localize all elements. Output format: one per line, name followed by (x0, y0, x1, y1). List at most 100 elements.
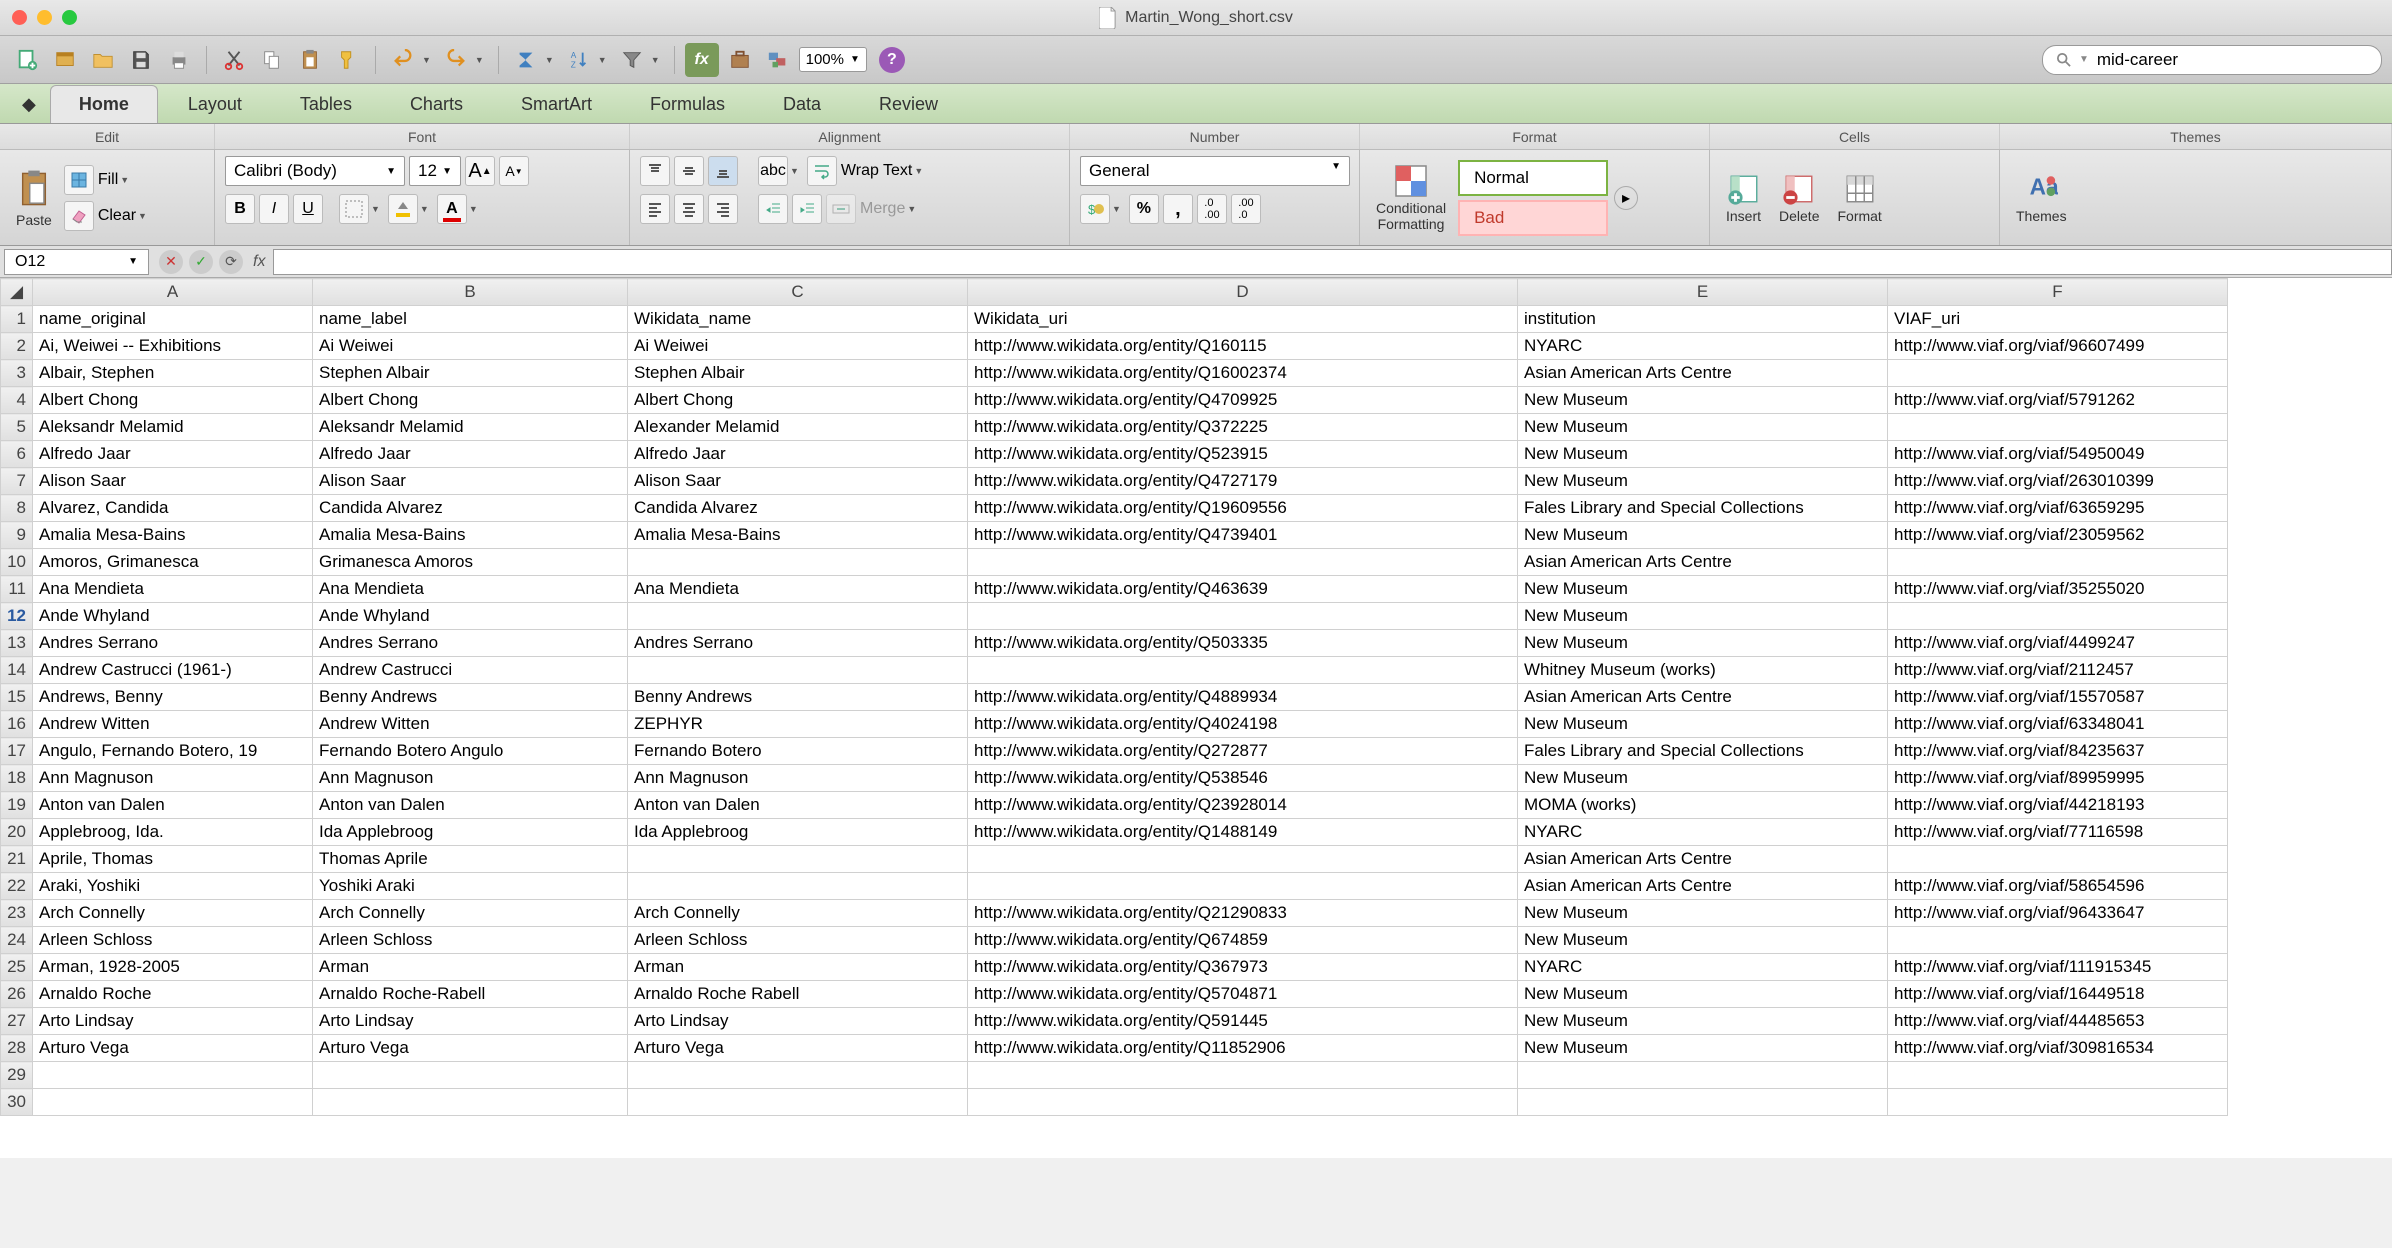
media-button[interactable] (761, 43, 795, 77)
cell[interactable]: MOMA (works) (1518, 792, 1888, 819)
cell[interactable]: http://www.wikidata.org/entity/Q11852906 (968, 1035, 1518, 1062)
cell[interactable]: http://www.viaf.org/viaf/63659295 (1888, 495, 2228, 522)
cell[interactable]: Alfredo Jaar (313, 441, 628, 468)
cell[interactable]: Arturo Vega (33, 1035, 313, 1062)
cell[interactable]: http://www.viaf.org/viaf/63348041 (1888, 711, 2228, 738)
cell[interactable] (968, 1089, 1518, 1116)
cell[interactable]: Applebroog, Ida. (33, 819, 313, 846)
cell[interactable]: Benny Andrews (628, 684, 968, 711)
cell[interactable]: New Museum (1518, 630, 1888, 657)
sort-dropdown[interactable]: ▼ (598, 55, 607, 65)
cell[interactable]: New Museum (1518, 981, 1888, 1008)
fill-color-dropdown[interactable]: ▼ (420, 204, 429, 214)
cell[interactable] (968, 549, 1518, 576)
tab-charts[interactable]: Charts (382, 86, 491, 123)
cell[interactable] (968, 603, 1518, 630)
column-header-D[interactable]: D (968, 279, 1518, 306)
cell[interactable]: New Museum (1518, 927, 1888, 954)
cell[interactable]: NYARC (1518, 819, 1888, 846)
cell[interactable]: Ai, Weiwei -- Exhibitions (33, 333, 313, 360)
close-window-button[interactable] (12, 10, 27, 25)
cut-button[interactable] (217, 43, 251, 77)
cell[interactable] (1888, 360, 2228, 387)
cell[interactable]: Benny Andrews (313, 684, 628, 711)
cell[interactable]: New Museum (1518, 603, 1888, 630)
search-input[interactable] (2097, 50, 2367, 70)
tab-data[interactable]: Data (755, 86, 849, 123)
cell[interactable]: http://www.wikidata.org/entity/Q523915 (968, 441, 1518, 468)
tab-tables[interactable]: Tables (272, 86, 380, 123)
cell[interactable]: Ann Magnuson (628, 765, 968, 792)
fullscreen-window-button[interactable] (62, 10, 77, 25)
cell[interactable] (968, 873, 1518, 900)
orientation-dropdown[interactable]: ▼ (790, 166, 799, 176)
cell[interactable]: http://www.wikidata.org/entity/Q4739401 (968, 522, 1518, 549)
cell[interactable]: http://www.wikidata.org/entity/Q23928014 (968, 792, 1518, 819)
align-center-button[interactable] (674, 194, 704, 224)
cell[interactable]: Arnaldo Roche (33, 981, 313, 1008)
row-header[interactable]: 25 (1, 954, 33, 981)
cell[interactable]: Ana Mendieta (33, 576, 313, 603)
row-header[interactable]: 11 (1, 576, 33, 603)
print-button[interactable] (162, 43, 196, 77)
row-header[interactable]: 18 (1, 765, 33, 792)
cell[interactable]: New Museum (1518, 576, 1888, 603)
currency-button[interactable]: $ (1080, 194, 1110, 224)
cell[interactable]: Araki, Yoshiki (33, 873, 313, 900)
cell[interactable] (313, 1062, 628, 1089)
cell[interactable]: NYARC (1518, 954, 1888, 981)
paste-big-button[interactable]: Paste (10, 168, 58, 228)
cell[interactable]: http://www.viaf.org/viaf/84235637 (1888, 738, 2228, 765)
paste-button[interactable] (293, 43, 327, 77)
row-header[interactable]: 5 (1, 414, 33, 441)
row-header[interactable]: 2 (1, 333, 33, 360)
cell[interactable]: Andrews, Benny (33, 684, 313, 711)
cell[interactable]: Arch Connelly (628, 900, 968, 927)
cell[interactable]: Anton van Dalen (313, 792, 628, 819)
row-header[interactable]: 29 (1, 1062, 33, 1089)
cell[interactable]: http://www.viaf.org/viaf/54950049 (1888, 441, 2228, 468)
cell[interactable]: New Museum (1518, 765, 1888, 792)
cell[interactable]: http://www.wikidata.org/entity/Q4709925 (968, 387, 1518, 414)
cell[interactable]: http://www.viaf.org/viaf/58654596 (1888, 873, 2228, 900)
cell[interactable]: Asian American Arts Centre (1518, 684, 1888, 711)
grow-font-button[interactable]: A▲ (465, 156, 495, 186)
tab-home[interactable]: Home (50, 85, 158, 123)
cell[interactable]: Alfredo Jaar (628, 441, 968, 468)
cell[interactable]: Albert Chong (33, 387, 313, 414)
cell[interactable]: Asian American Arts Centre (1518, 360, 1888, 387)
cell[interactable] (1518, 1062, 1888, 1089)
row-header[interactable]: 24 (1, 927, 33, 954)
cell[interactable]: Ana Mendieta (628, 576, 968, 603)
cell[interactable] (1518, 1089, 1888, 1116)
open-button[interactable] (86, 43, 120, 77)
cell[interactable]: Anton van Dalen (33, 792, 313, 819)
cell[interactable]: http://www.wikidata.org/entity/Q21290833 (968, 900, 1518, 927)
cell[interactable]: http://www.viaf.org/viaf/23059562 (1888, 522, 2228, 549)
cancel-formula-button[interactable]: ✕ (159, 250, 183, 274)
bold-button[interactable]: B (225, 194, 255, 224)
currency-dropdown[interactable]: ▼ (1112, 204, 1121, 214)
cell[interactable]: http://www.wikidata.org/entity/Q272877 (968, 738, 1518, 765)
cell[interactable]: Wikidata_uri (968, 306, 1518, 333)
cell[interactable]: http://www.wikidata.org/entity/Q5704871 (968, 981, 1518, 1008)
row-header[interactable]: 15 (1, 684, 33, 711)
cell[interactable]: Arleen Schloss (33, 927, 313, 954)
cell[interactable]: Andrew Castrucci (1961-) (33, 657, 313, 684)
wrap-dropdown[interactable]: ▼ (914, 166, 923, 176)
increase-indent-button[interactable] (792, 194, 822, 224)
cell[interactable]: Fernando Botero (628, 738, 968, 765)
italic-button[interactable]: I (259, 194, 289, 224)
cell[interactable]: New Museum (1518, 387, 1888, 414)
spreadsheet-grid[interactable]: ◢ABCDEF 1name_originalname_labelWikidata… (0, 278, 2392, 1158)
themes-button[interactable]: AaThemes (2010, 172, 2073, 224)
cell[interactable]: Andrew Castrucci (313, 657, 628, 684)
cell[interactable]: institution (1518, 306, 1888, 333)
row-header[interactable]: 23 (1, 900, 33, 927)
cell[interactable]: Ande Whyland (33, 603, 313, 630)
cell[interactable]: New Museum (1518, 522, 1888, 549)
cell[interactable]: Fernando Botero Angulo (313, 738, 628, 765)
copy-button[interactable] (255, 43, 289, 77)
cell[interactable]: Andres Serrano (628, 630, 968, 657)
cell[interactable]: Arch Connelly (313, 900, 628, 927)
